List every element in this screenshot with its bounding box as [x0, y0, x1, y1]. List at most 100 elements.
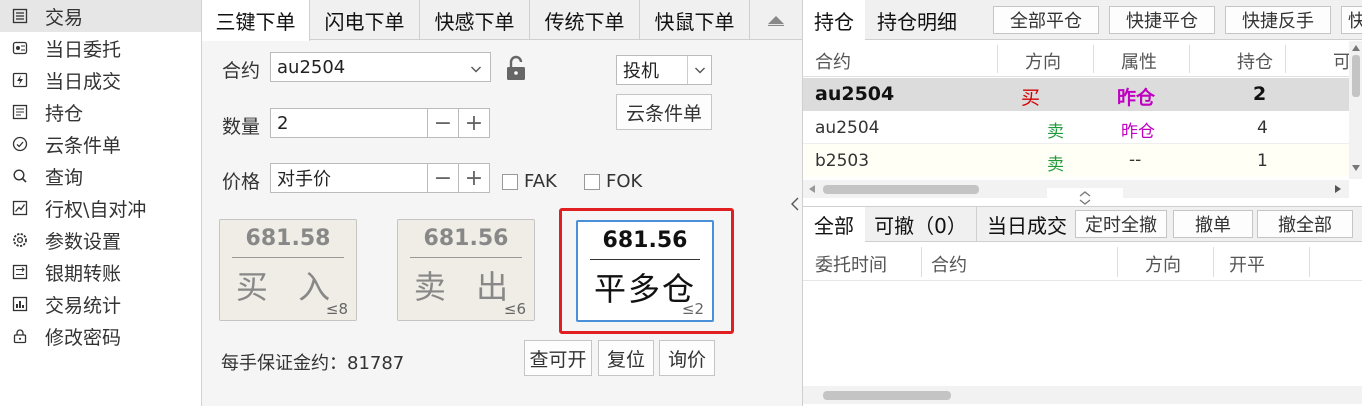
positions-tabbar: 持仓 持仓明细 全部平仓 快捷平仓 快捷反手 快: [803, 0, 1362, 40]
hscroll-thumb[interactable]: [823, 391, 951, 400]
transfer-icon: [12, 264, 28, 280]
row-attr: 昨仓: [1121, 122, 1155, 142]
scroll-left-icon[interactable]: [809, 185, 815, 193]
tab-traditional-order[interactable]: 传统下单: [530, 0, 640, 40]
sidebar-item-label: 交易统计: [45, 294, 122, 317]
contract-select[interactable]: au2504: [270, 52, 491, 82]
cloud-condition-button[interactable]: 云条件单: [616, 94, 712, 130]
header-entrust-contract: 合约: [931, 255, 967, 276]
chart-icon: [12, 200, 28, 216]
sidebar-item-bank-transfer[interactable]: 银期转账: [0, 256, 201, 288]
row-contract: au2504: [815, 118, 880, 138]
sidebar-item-trade[interactable]: 交易: [0, 0, 201, 32]
tab-all-orders[interactable]: 全部: [803, 207, 865, 242]
price-increment-button[interactable]: +: [458, 163, 490, 193]
table-row[interactable]: au2504 卖 昨仓 4: [803, 111, 1349, 144]
fak-label: FAK: [524, 171, 557, 192]
tab-position-detail[interactable]: 持仓明细: [877, 0, 957, 40]
scroll-right-icon[interactable]: [1335, 185, 1341, 193]
tab-quick-feel-order[interactable]: 快感下单: [420, 0, 530, 40]
cancel-order-button[interactable]: 撤单: [1173, 210, 1253, 238]
inquiry-button[interactable]: 询价: [659, 340, 715, 376]
close-long-button[interactable]: 681.56 平多仓 ≤2: [576, 220, 714, 322]
query-open-button[interactable]: 查可开: [524, 340, 592, 376]
reset-button[interactable]: 复位: [598, 340, 654, 376]
sidebar-item-settings[interactable]: 参数设置: [0, 224, 201, 256]
margin-text: 每手保证金约：81787: [221, 353, 405, 374]
sidebar-item-change-password[interactable]: 修改密码: [0, 320, 201, 352]
price-input[interactable]: 对手价: [270, 163, 428, 193]
fok-checkbox[interactable]: FOK: [584, 171, 642, 192]
row-direction: 卖: [1047, 122, 1064, 142]
tab-flash-order[interactable]: 闪电下单: [310, 0, 420, 40]
chevron-left-icon[interactable]: [788, 190, 802, 218]
buy-limit: ≤8: [325, 300, 348, 318]
orders-icon: [12, 40, 28, 56]
lock-icon: [12, 328, 28, 344]
buy-button[interactable]: 681.58 买 入 ≤8: [219, 219, 357, 321]
sidebar-item-label: 银期转账: [45, 262, 122, 285]
fak-checkbox[interactable]: FAK: [502, 171, 557, 192]
close-all-button[interactable]: 全部平仓: [993, 6, 1099, 34]
positions-vscrollbar[interactable]: [1349, 41, 1362, 179]
close-price: 681.56: [602, 228, 688, 253]
col-divider: [1309, 247, 1310, 277]
sidebar: 交易 当日委托 当日成交 持仓 云条件单 查询 行权\自对冲 参数设置 银期转账…: [0, 0, 202, 406]
gear-icon: [12, 232, 28, 248]
sidebar-item-trade-stats[interactable]: 交易统计: [0, 288, 201, 320]
sell-button[interactable]: 681.56 卖 出 ≤6: [397, 219, 535, 321]
quantity-increment-button[interactable]: +: [458, 108, 490, 138]
header-qty: 持仓: [1237, 52, 1273, 73]
row-direction: 卖: [1047, 155, 1064, 175]
sidebar-item-query[interactable]: 查询: [0, 160, 201, 192]
contract-value: au2504: [277, 56, 346, 78]
header-attr: 属性: [1121, 52, 1157, 73]
scroll-down-icon[interactable]: [1352, 165, 1360, 171]
price-label: 价格: [222, 171, 261, 193]
sidebar-item-label: 持仓: [45, 102, 84, 125]
col-divider: [1189, 45, 1190, 73]
vscroll-thumb[interactable]: [1352, 55, 1360, 97]
quantity-input[interactable]: 2: [270, 108, 428, 138]
close-limit: ≤2: [681, 300, 704, 318]
tab-cancelable[interactable]: 可撤（0）: [865, 207, 977, 242]
unlock-icon[interactable]: [504, 55, 528, 85]
hedge-select[interactable]: 投机: [616, 55, 712, 85]
price-decrement-button[interactable]: −: [427, 163, 459, 193]
sidebar-item-label: 云条件单: [45, 134, 122, 157]
order-tabbar: 三键下单 闪电下单 快感下单 传统下单 快鼠下单: [202, 0, 802, 41]
divider: [410, 257, 522, 258]
sidebar-item-label: 查询: [45, 166, 84, 189]
chevron-down-icon: [687, 56, 711, 84]
sidebar-item-exercise[interactable]: 行权\自对冲: [0, 192, 201, 224]
quick-more-button[interactable]: 快: [1341, 6, 1362, 34]
timed-cancel-all-button[interactable]: 定时全撤: [1075, 210, 1167, 238]
hscroll-thumb[interactable]: [823, 185, 979, 194]
entrust-hscrollbar[interactable]: [803, 386, 1362, 404]
table-row[interactable]: au2504 买 昨仓 2: [803, 78, 1349, 111]
table-row[interactable]: b2503 卖 -- 1: [803, 144, 1349, 177]
sell-price: 681.56: [423, 226, 509, 251]
quantity-decrement-button[interactable]: −: [427, 108, 459, 138]
sidebar-item-cloud-condition[interactable]: 云条件单: [0, 128, 201, 160]
quick-close-button[interactable]: 快捷平仓: [1109, 6, 1215, 34]
splitter-handle[interactable]: [1047, 188, 1123, 208]
tab-positions[interactable]: 持仓: [803, 0, 865, 40]
sidebar-item-positions[interactable]: 持仓: [0, 96, 201, 128]
positions-panel: 持仓 持仓明细 全部平仓 快捷平仓 快捷反手 快 合约 方向 属性 持仓 可 a…: [802, 0, 1362, 406]
scroll-up-icon[interactable]: [1352, 45, 1360, 51]
collapse-up-icon[interactable]: [758, 6, 794, 34]
sidebar-item-today-orders[interactable]: 当日委托: [0, 32, 201, 64]
sidebar-item-label: 当日委托: [45, 38, 122, 61]
tab-quick-mouse-order[interactable]: 快鼠下单: [640, 0, 750, 40]
entrust-header: 委托时间 合约 方向 开平: [803, 243, 1362, 281]
col-divider: [1285, 45, 1286, 73]
quick-reverse-button[interactable]: 快捷反手: [1225, 6, 1331, 34]
entrust-tabbar: 全部 可撤（0） 当日成交 定时全撤 撤单 撤全部: [803, 206, 1362, 242]
cancel-all-button[interactable]: 撤全部: [1257, 210, 1353, 238]
sidebar-item-today-deals[interactable]: 当日成交: [0, 64, 201, 96]
tab-today-deals[interactable]: 当日成交: [987, 207, 1087, 242]
sidebar-item-label: 参数设置: [45, 230, 122, 253]
tab-three-key-order[interactable]: 三键下单: [202, 0, 310, 41]
checkbox-box: [502, 173, 518, 190]
